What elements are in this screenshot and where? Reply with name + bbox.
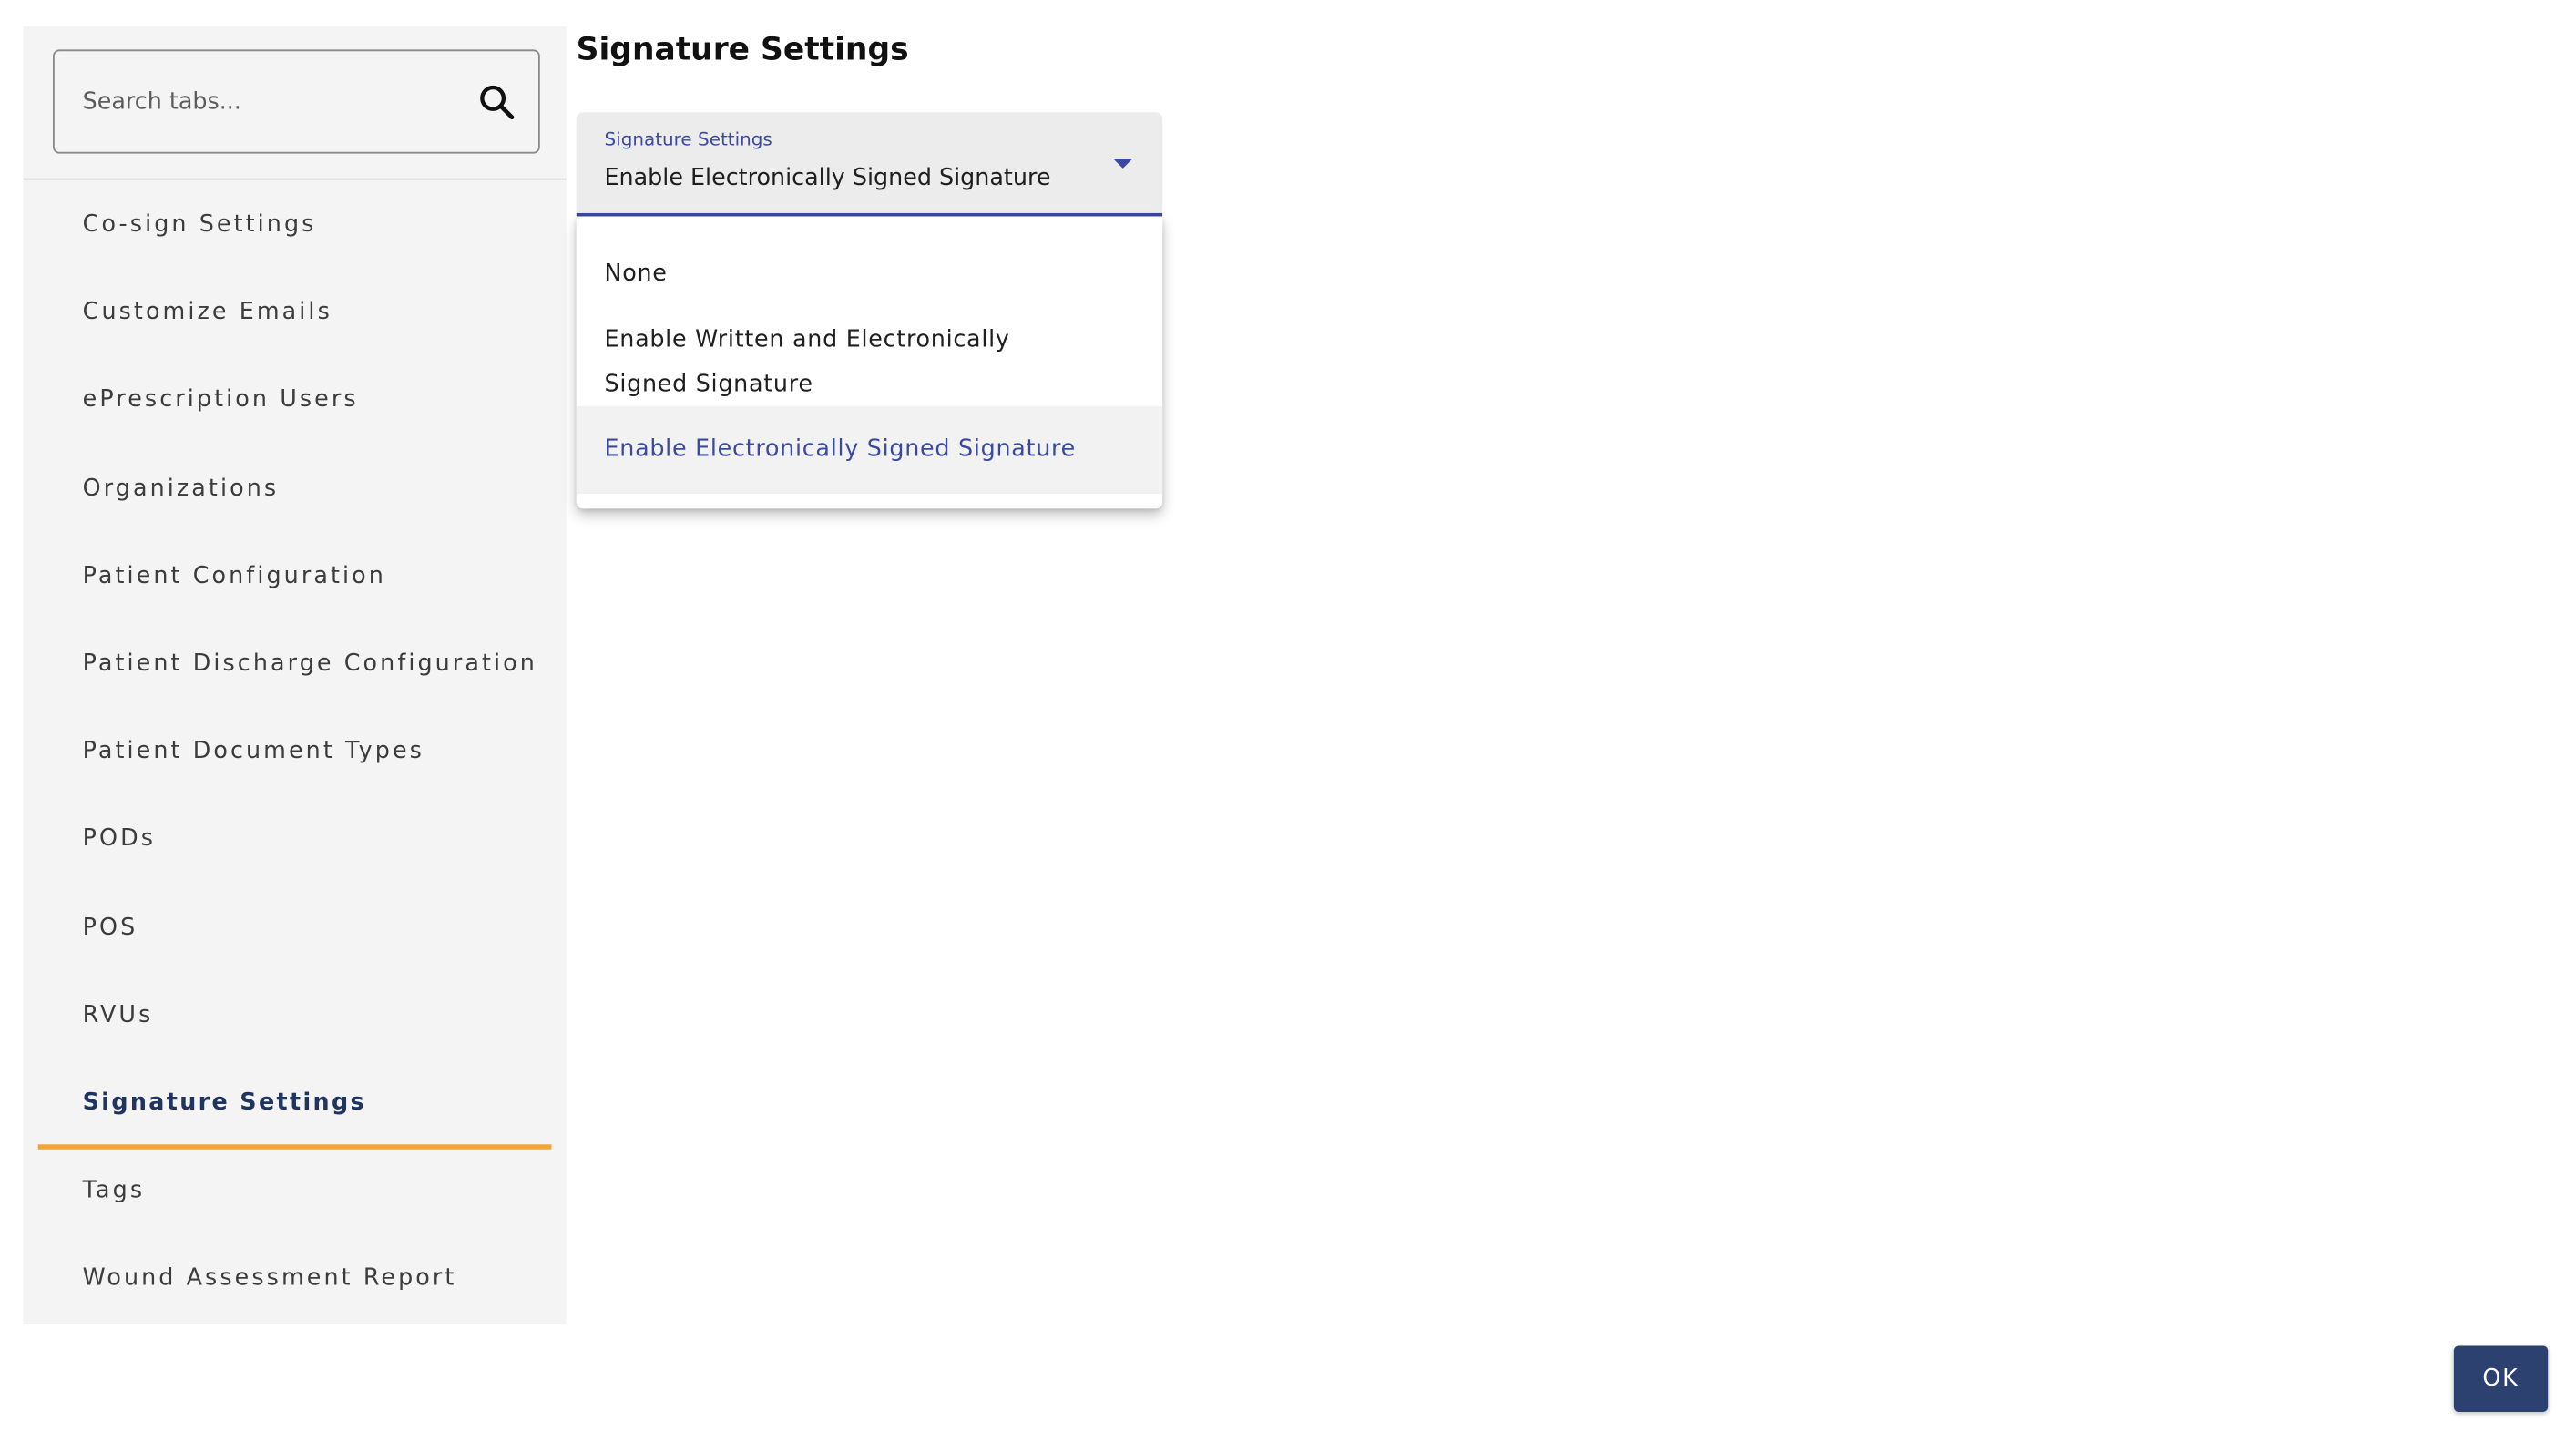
- select-value: Enable Electronically Signed Signature: [604, 165, 1051, 192]
- search-input[interactable]: [82, 51, 463, 152]
- sidebar-divider: [23, 178, 567, 180]
- sidebar: Co-sign Settings Customize Emails ePrescri…: [23, 26, 567, 1324]
- sidebar-item[interactable]: Organizations: [23, 445, 566, 533]
- select-option[interactable]: Enable Electronically Signed Signature: [576, 405, 1163, 495]
- sidebar-item[interactable]: Tags: [23, 1148, 566, 1235]
- sidebar-item-label: Patient Configuration: [82, 562, 386, 589]
- sidebar-item[interactable]: Customize Emails: [23, 270, 566, 357]
- sidebar-item-label: Signature Settings: [82, 1089, 366, 1117]
- search-field[interactable]: [53, 49, 540, 154]
- sidebar-item-label: PODs: [82, 826, 157, 854]
- sidebar-item[interactable]: Signature Settings: [23, 1060, 566, 1150]
- select-option-label: Enable Electronically Signed Signature: [604, 435, 1076, 463]
- sidebar-item-label: ePrescription Users: [82, 386, 359, 414]
- sidebar-item[interactable]: Patient Document Types: [23, 709, 566, 796]
- sidebar-item-label: Co-sign Settings: [82, 211, 317, 239]
- select-label: Signature Settings: [604, 128, 772, 150]
- app-window: Co-sign Settings Customize Emails ePrescri…: [0, 0, 2576, 1442]
- sidebar-item-label: RVUs: [82, 1002, 154, 1029]
- sidebar-item[interactable]: Wound Assessment Report: [23, 1236, 566, 1324]
- select-option[interactable]: None: [577, 246, 1163, 305]
- sidebar-item[interactable]: Patient Configuration: [23, 533, 566, 620]
- sidebar-item[interactable]: POS: [23, 885, 566, 972]
- sidebar-item[interactable]: ePrescription Users: [23, 357, 566, 445]
- sidebar-item-label: POS: [82, 914, 138, 941]
- ok-button[interactable]: OK: [2453, 1345, 2549, 1412]
- sidebar-item-label: Wound Assessment Report: [82, 1265, 457, 1293]
- sidebar-item-label: Tags: [82, 1177, 146, 1204]
- sidebar-item[interactable]: PODs: [23, 796, 566, 884]
- select-dropdown-menu: None Enable Written and Electronically Si…: [576, 216, 1163, 509]
- chevron-down-icon[interactable]: [1112, 159, 1133, 169]
- select-option-label: None: [604, 261, 668, 288]
- page-title: Signature Settings: [576, 31, 909, 68]
- sidebar-item[interactable]: RVUs: [23, 972, 566, 1059]
- sidebar-item-label: Organizations: [82, 475, 280, 502]
- sidebar-item-label: Patient Discharge Configuration: [82, 650, 537, 678]
- signature-settings-select[interactable]: Signature Settings Enable Electronically…: [576, 112, 1163, 217]
- sidebar-item[interactable]: Patient Discharge Configuration: [23, 621, 566, 709]
- sidebar-item[interactable]: Co-sign Settings: [23, 181, 566, 269]
- select-option[interactable]: Enable Written and Electronically Signed…: [577, 319, 1163, 404]
- select-option-label: Enable Written and Electronically Signed…: [604, 326, 1010, 398]
- search-icon[interactable]: [477, 83, 517, 123]
- sidebar-item-label: Customize Emails: [82, 299, 332, 326]
- sidebar-item-label: Patient Document Types: [82, 738, 424, 765]
